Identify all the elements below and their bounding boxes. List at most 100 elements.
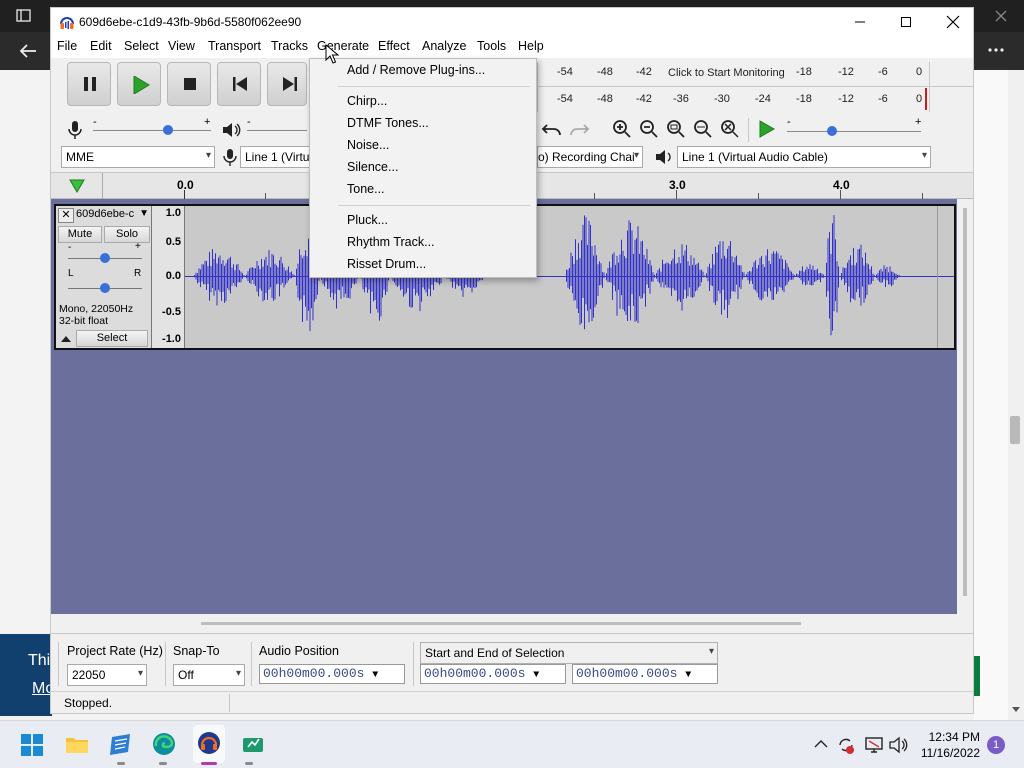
track-select-button[interactable]: Select <box>76 330 148 347</box>
record-volume-slider[interactable] <box>93 130 211 131</box>
record-meter-tick: -42 <box>636 66 652 78</box>
record-volume-thumb[interactable] <box>163 125 173 135</box>
project-rate-select[interactable]: 22050 ▾ <box>67 664 147 686</box>
sound-app-icon[interactable] <box>241 732 265 756</box>
back-arrow-icon[interactable] <box>18 42 38 60</box>
menu-analyze[interactable]: Analyze <box>422 39 466 53</box>
menu-tools[interactable]: Tools <box>477 39 506 53</box>
selection-start-time[interactable]: 00h00m00.000s ▼ <box>420 664 566 684</box>
amplitude-ruler[interactable]: 1.0 0.5 0.0 -0.5 -1.0 <box>152 206 185 348</box>
track-horizontal-scrollbar[interactable] <box>201 622 801 625</box>
speaker-icon <box>223 123 241 137</box>
menu-item-tone[interactable]: Tone... <box>347 182 385 196</box>
menu-item-silence[interactable]: Silence... <box>347 160 398 174</box>
gain-min-label: - <box>68 242 72 253</box>
sync-status-icon[interactable] <box>836 735 856 755</box>
show-hidden-icons-icon[interactable] <box>814 739 828 749</box>
more-options-icon[interactable] <box>988 48 1004 52</box>
playback-speed-slider[interactable] <box>787 131 921 132</box>
browser-close-icon[interactable] <box>994 9 1008 23</box>
menu-item-dtmf-tones[interactable]: DTMF Tones... <box>347 116 429 130</box>
menu-tracks[interactable]: Tracks <box>271 39 308 53</box>
menu-file[interactable]: File <box>57 39 77 53</box>
menu-item-noise[interactable]: Noise... <box>347 138 389 152</box>
menu-effect[interactable]: Effect <box>378 39 410 53</box>
browser-scrollbar[interactable] <box>1008 70 1024 720</box>
mute-button[interactable]: Mute <box>58 226 102 243</box>
notification-badge[interactable]: 1 <box>987 736 1005 754</box>
snap-to-select[interactable]: Off ▾ <box>173 664 245 686</box>
record-meter-tick: -48 <box>597 66 613 78</box>
play-volume-slider[interactable] <box>247 130 307 131</box>
playback-device-select[interactable]: Line 1 (Virtual Audio Cable) ▾ <box>677 146 931 168</box>
menu-help[interactable]: Help <box>518 39 544 53</box>
audio-position-time[interactable]: 00h00m00.000s ▼ <box>259 664 405 684</box>
zoom-in-icon[interactable] <box>612 119 632 139</box>
stop-button[interactable] <box>167 62 211 106</box>
clock-date[interactable]: 11/16/2022 <box>916 746 980 760</box>
maximize-icon[interactable] <box>900 16 912 28</box>
windows-start-icon[interactable] <box>21 734 43 756</box>
zoom-toggle-icon[interactable] <box>720 119 740 139</box>
fit-selection-icon[interactable] <box>666 119 686 139</box>
status-divider <box>229 694 230 712</box>
scroll-down-icon[interactable] <box>1011 706 1021 714</box>
pan-slider-thumb[interactable] <box>100 283 110 293</box>
recording-channels-select[interactable]: o) Recording Chai ▾ <box>537 146 643 168</box>
menu-item-add-remove-plugins[interactable]: Add / Remove Plug-ins... <box>347 63 485 77</box>
minimize-icon[interactable] <box>854 16 866 28</box>
audacity-taskbar-button[interactable] <box>193 725 225 763</box>
start-monitoring-label[interactable]: Click to Start Monitoring <box>668 67 785 79</box>
menu-select[interactable]: Select <box>124 39 159 53</box>
playback-speed-thumb[interactable] <box>827 126 837 136</box>
close-icon[interactable] <box>946 15 960 29</box>
audio-host-select[interactable]: MME ▾ <box>61 146 215 168</box>
clock-time[interactable]: 12:34 PM <box>916 730 980 744</box>
stop-icon <box>184 78 196 90</box>
menu-edit[interactable]: Edit <box>90 39 112 53</box>
skip-end-button[interactable] <box>267 62 307 106</box>
app-icon[interactable] <box>109 732 133 756</box>
menu-item-chirp[interactable]: Chirp... <box>347 94 387 108</box>
play-meter-tick: -6 <box>878 93 888 105</box>
audio-host-value: MME <box>66 150 94 164</box>
track-vertical-scrollbar[interactable] <box>963 208 967 596</box>
menu-item-rhythm-track[interactable]: Rhythm Track... <box>347 235 435 249</box>
redo-icon[interactable] <box>568 121 590 137</box>
selection-end-time[interactable]: 00h00m00.000s ▼ <box>572 664 718 684</box>
play-button[interactable] <box>117 62 161 106</box>
play-icon <box>133 76 150 94</box>
menu-transport[interactable]: Transport <box>208 39 261 53</box>
network-icon[interactable] <box>864 736 884 754</box>
menu-item-pluck[interactable]: Pluck... <box>347 213 388 227</box>
browser-scroll-thumb[interactable] <box>1010 416 1020 444</box>
track-close-button[interactable]: ✕ <box>58 208 74 223</box>
selection-mode-value: Start and End of Selection <box>425 646 565 660</box>
file-explorer-icon[interactable] <box>65 734 89 754</box>
menu-item-risset-drum[interactable]: Risset Drum... <box>347 257 426 271</box>
pause-button[interactable] <box>67 62 111 106</box>
solo-button[interactable]: Solo <box>104 226 150 243</box>
collapse-track-icon[interactable] <box>60 335 72 343</box>
skip-start-button[interactable] <box>217 62 261 106</box>
edge-browser-icon[interactable] <box>152 732 176 756</box>
play-at-speed-icon[interactable] <box>758 120 776 138</box>
waveform-area[interactable] <box>185 206 954 348</box>
selection-mode-select[interactable]: Start and End of Selection ▾ <box>420 642 718 664</box>
play-meter-tick: -54 <box>557 93 573 105</box>
undo-icon[interactable] <box>541 121 563 137</box>
gain-slider-thumb[interactable] <box>100 253 110 263</box>
project-rate-label: Project Rate (Hz) <box>67 644 163 658</box>
tab-actions-icon[interactable] <box>16 8 32 24</box>
zoom-out-icon[interactable] <box>639 119 659 139</box>
menu-view[interactable]: View <box>168 39 195 53</box>
volume-icon[interactable] <box>888 736 908 754</box>
track-name-menu[interactable]: 609d6ebe-c ▼ <box>76 208 150 223</box>
ruler-label: 4.0 <box>833 178 850 192</box>
recording-device-select[interactable]: Line 1 (Virtual <box>240 146 312 168</box>
skip-to-end-icon <box>283 77 297 91</box>
record-meter-tick: -6 <box>878 66 888 78</box>
fit-project-icon[interactable] <box>693 119 713 139</box>
window-titlebar[interactable]: 609d6ebe-c1d9-43fb-9b6d-5580f062ee90 <box>51 8 973 36</box>
timeline-options-icon[interactable] <box>69 179 85 193</box>
